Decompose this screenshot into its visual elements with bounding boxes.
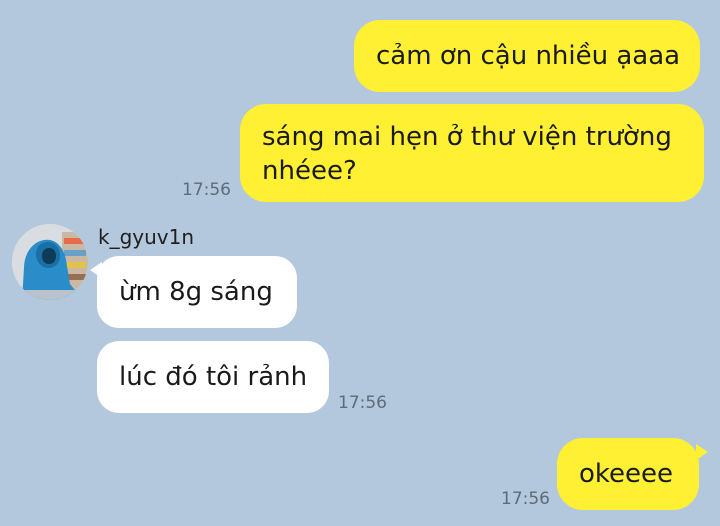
message-timestamp: 17:56 — [182, 180, 231, 200]
bubble-tail — [696, 444, 708, 460]
sender-name: k_gyuv1n — [98, 225, 195, 249]
message-text: ừm 8g sáng — [119, 277, 273, 307]
contact-avatar[interactable] — [12, 224, 88, 300]
message-timestamp: 17:56 — [501, 489, 550, 509]
avatar-photo-icon — [12, 224, 88, 300]
message-text-line: nhéee? — [262, 156, 357, 186]
incoming-message-bubble[interactable]: ừm 8g sáng — [97, 256, 297, 328]
incoming-message-bubble[interactable]: lúc đó tôi rảnh — [97, 341, 329, 413]
message-text-line: sáng mai hẹn ở thư viện trường — [262, 122, 672, 152]
message-text: okeeee — [579, 459, 674, 489]
message-text: cảm ơn cậu nhiều ạaaa — [376, 41, 681, 71]
outgoing-message-bubble[interactable]: cảm ơn cậu nhiều ạaaa — [354, 20, 700, 92]
message-text: lúc đó tôi rảnh — [119, 362, 308, 392]
message-timestamp: 17:56 — [338, 393, 387, 413]
outgoing-message-bubble[interactable]: sáng mai hẹn ở thư viện trường nhéee? — [240, 104, 704, 202]
outgoing-message-bubble[interactable]: okeeee — [557, 438, 699, 510]
